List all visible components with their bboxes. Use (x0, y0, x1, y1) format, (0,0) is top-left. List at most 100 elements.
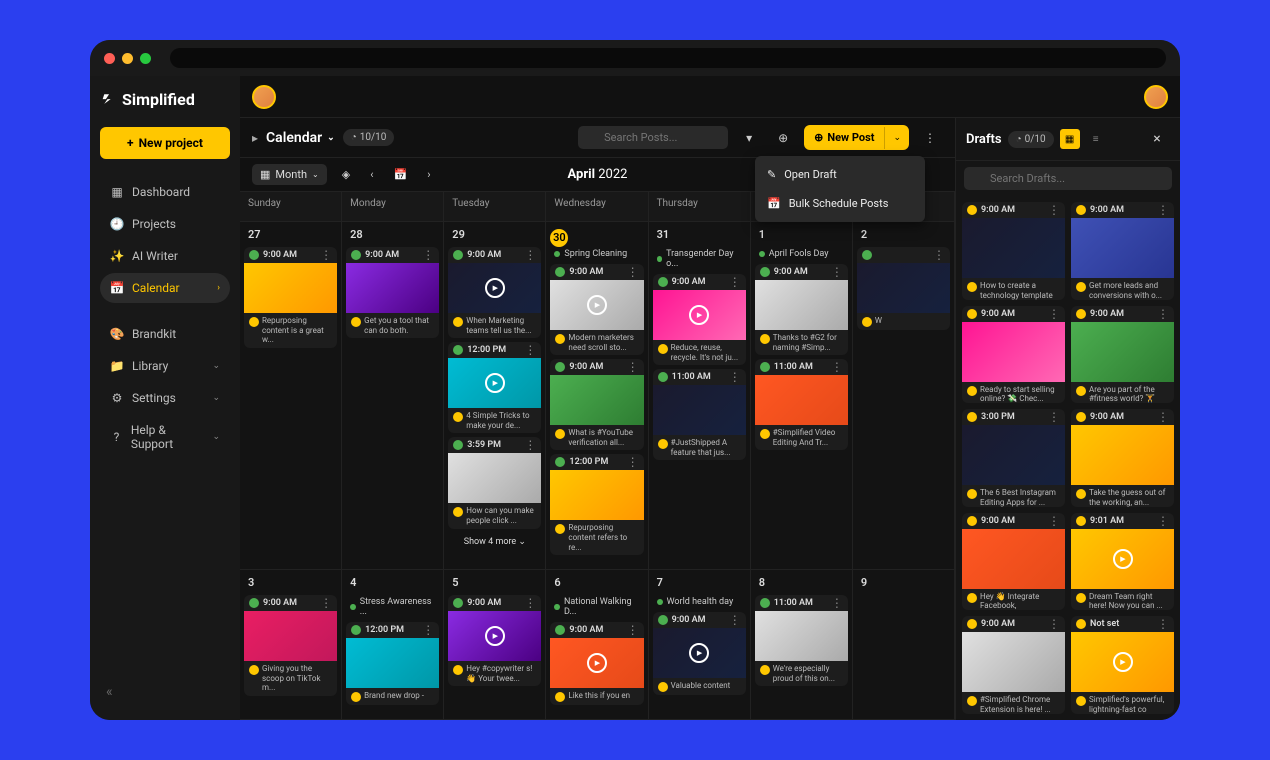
card-more-icon[interactable]: ⋮ (831, 599, 843, 607)
event-tag[interactable]: Stress Awareness ... (346, 595, 439, 619)
panel-icon[interactable]: ▸ (252, 131, 258, 145)
day-cell[interactable]: 1April Fools Day 9:00 AM ⋮ Thanks to #G2… (751, 222, 853, 570)
card-more-icon[interactable]: ⋮ (1157, 310, 1169, 318)
post-card[interactable]: 9:00 AM ⋮ Valuable content (653, 612, 746, 695)
event-tag[interactable]: National Walking D... (550, 595, 643, 619)
draft-card[interactable]: 9:00 AM ⋮ Get more leads and conversions… (1071, 202, 1174, 300)
card-more-icon[interactable]: ⋮ (1157, 413, 1169, 421)
draft-card[interactable]: 9:00 AM ⋮ #Simplified Chrome Extension i… (962, 616, 1065, 714)
search-input[interactable] (578, 126, 728, 149)
day-cell[interactable]: 28 9:00 AM ⋮ Get you a tool that can do … (342, 222, 444, 570)
post-card[interactable]: ⋮ W (857, 247, 950, 330)
sidebar-item-ai writer[interactable]: ✨ AI Writer (100, 241, 230, 271)
card-more-icon[interactable]: ⋮ (422, 626, 434, 634)
day-cell[interactable]: 6National Walking D... 9:00 AM ⋮ Like th… (546, 570, 648, 720)
day-cell[interactable]: 4Stress Awareness ... 12:00 PM ⋮ Brand n… (342, 570, 444, 720)
event-tag[interactable]: Transgender Day o... (653, 247, 746, 271)
view-selector[interactable]: ▦ Month ⌄ (252, 164, 327, 185)
event-tag[interactable]: Spring Cleaning (550, 247, 643, 261)
post-card[interactable]: 9:00 AM ⋮ What is #YouTube verification … (550, 359, 643, 450)
menu-open-draft[interactable]: ✎Open Draft (755, 160, 925, 189)
filter-icon[interactable]: ▾ (736, 125, 762, 151)
draft-card[interactable]: 9:00 AM ⋮ Hey 👋 Integrate Facebook, Inst… (962, 513, 1065, 611)
post-card[interactable]: 9:00 AM ⋮ When Marketing teams tell us t… (448, 247, 541, 338)
post-card[interactable]: 12:00 PM ⋮ Repurposing content refers to… (550, 454, 643, 555)
sidebar-item-dashboard[interactable]: ▦ Dashboard (100, 177, 230, 207)
post-card[interactable]: 11:00 AM ⋮ #JustShipped A feature that j… (653, 369, 746, 460)
day-cell[interactable]: 8 11:00 AM ⋮ We're especially proud of t… (751, 570, 853, 720)
sidebar-item-settings[interactable]: ⚙ Settings ⌄ (100, 383, 230, 413)
min-dot[interactable] (122, 53, 133, 64)
card-more-icon[interactable]: ⋮ (831, 363, 843, 371)
card-more-icon[interactable]: ⋮ (1048, 206, 1060, 214)
post-card[interactable]: 9:00 AM ⋮ Repurposing content is a great… (244, 247, 337, 348)
new-post-button[interactable]: ⊕New Post ⌄ (804, 125, 909, 150)
event-tag[interactable]: April Fools Day (755, 247, 848, 261)
day-cell[interactable]: 30Spring Cleaning 9:00 AM ⋮ Modern marke… (546, 222, 648, 570)
collapse-sidebar[interactable]: « (100, 678, 230, 706)
user-avatar[interactable] (1144, 85, 1168, 109)
post-card[interactable]: 9:00 AM ⋮ Thanks to #G2 for naming #Simp… (755, 264, 848, 355)
globe-icon[interactable]: ⊕ (770, 125, 796, 151)
draft-card[interactable]: 9:00 AM ⋮ Take the guess out of the work… (1071, 409, 1174, 507)
card-more-icon[interactable]: ⋮ (627, 458, 639, 466)
sidebar-item-projects[interactable]: 🕘 Projects (100, 209, 230, 239)
day-cell[interactable]: 27 9:00 AM ⋮ Repurposing content is a gr… (240, 222, 342, 570)
url-bar[interactable] (170, 48, 1166, 68)
post-card[interactable]: 12:00 PM ⋮ 4 Simple Tricks to make your … (448, 342, 541, 433)
post-card[interactable]: 9:00 AM ⋮ Reduce, reuse, recycle. It's n… (653, 274, 746, 365)
card-more-icon[interactable]: ⋮ (627, 268, 639, 276)
post-card[interactable]: 3:59 PM ⋮ How can you make people click … (448, 437, 541, 528)
sidebar-item-help & support[interactable]: ? Help & Support ⌄ (100, 415, 230, 459)
draft-card[interactable]: Not set ⋮ Simplified's powerful, lightni… (1071, 616, 1174, 714)
day-cell[interactable]: 29 9:00 AM ⋮ When Marketing teams tell u… (444, 222, 546, 570)
card-more-icon[interactable]: ⋮ (1048, 413, 1060, 421)
card-more-icon[interactable]: ⋮ (524, 441, 536, 449)
post-card[interactable]: 11:00 AM ⋮ We're especially proud of thi… (755, 595, 848, 686)
sidebar-item-brandkit[interactable]: 🎨 Brandkit (100, 319, 230, 349)
post-card[interactable]: 9:00 AM ⋮ Hey #copywriter s! 👋 Your twee… (448, 595, 541, 686)
draft-card[interactable]: 9:00 AM ⋮ Are you part of the #fitness w… (1071, 306, 1174, 404)
next-arrow[interactable]: › (422, 165, 435, 184)
draft-card[interactable]: 9:01 AM ⋮ Dream Team right here! Now you… (1071, 513, 1174, 611)
card-more-icon[interactable]: ⋮ (320, 599, 332, 607)
day-cell[interactable]: 7World health day 9:00 AM ⋮ Valuable con… (649, 570, 751, 720)
card-more-icon[interactable]: ⋮ (524, 599, 536, 607)
card-more-icon[interactable]: ⋮ (422, 251, 434, 259)
new-post-dropdown[interactable]: ⌄ (884, 127, 909, 149)
card-more-icon[interactable]: ⋮ (831, 268, 843, 276)
card-more-icon[interactable]: ⋮ (1157, 620, 1169, 628)
day-cell[interactable]: 2 ⋮ W (853, 222, 955, 570)
day-cell[interactable]: 31Transgender Day o... 9:00 AM ⋮ Reduce,… (649, 222, 751, 570)
list-view-button[interactable]: ≡ (1086, 129, 1106, 149)
menu-bulk-schedule[interactable]: 📅Bulk Schedule Posts (755, 189, 925, 218)
usage-pill[interactable]: ◔ 10/10 (343, 129, 395, 146)
show-more[interactable]: Show 4 more ⌄ (448, 533, 541, 551)
day-cell[interactable]: 9 (853, 570, 955, 720)
prev-arrow[interactable]: ‹ (365, 165, 378, 184)
day-cell[interactable]: 5 9:00 AM ⋮ Hey #copywriter s! 👋 Your tw… (444, 570, 546, 720)
max-dot[interactable] (140, 53, 151, 64)
card-more-icon[interactable]: ⋮ (627, 626, 639, 634)
draft-card[interactable]: 9:00 AM ⋮ How to create a technology tem… (962, 202, 1065, 300)
new-project-button[interactable]: + New project (100, 127, 230, 159)
event-tag[interactable]: World health day (653, 595, 746, 609)
close-drafts[interactable]: × (1144, 126, 1170, 152)
card-more-icon[interactable]: ⋮ (524, 251, 536, 259)
post-card[interactable]: 9:00 AM ⋮ Giving you the scoop on TikTok… (244, 595, 337, 696)
drafts-usage[interactable]: ◔ 0/10 (1008, 131, 1054, 148)
post-card[interactable]: 11:00 AM ⋮ #Simplified Video Editing And… (755, 359, 848, 450)
draft-card[interactable]: 3:00 PM ⋮ The 6 Best Instagram Editing A… (962, 409, 1065, 507)
close-dot[interactable] (104, 53, 115, 64)
today-button[interactable]: 📅 (389, 165, 413, 184)
card-more-icon[interactable]: ⋮ (729, 278, 741, 286)
drafts-search-input[interactable] (964, 167, 1172, 190)
logo[interactable]: Simplified (100, 90, 230, 109)
card-more-icon[interactable]: ⋮ (1157, 517, 1169, 525)
target-icon[interactable]: ◈ (337, 165, 355, 184)
card-more-icon[interactable]: ⋮ (729, 373, 741, 381)
grid-view-button[interactable]: ▦ (1060, 129, 1080, 149)
sidebar-item-calendar[interactable]: 📅 Calendar › (100, 273, 230, 303)
day-cell[interactable]: 3 9:00 AM ⋮ Giving you the scoop on TikT… (240, 570, 342, 720)
post-card[interactable]: 9:00 AM ⋮ Modern marketers need scroll s… (550, 264, 643, 355)
